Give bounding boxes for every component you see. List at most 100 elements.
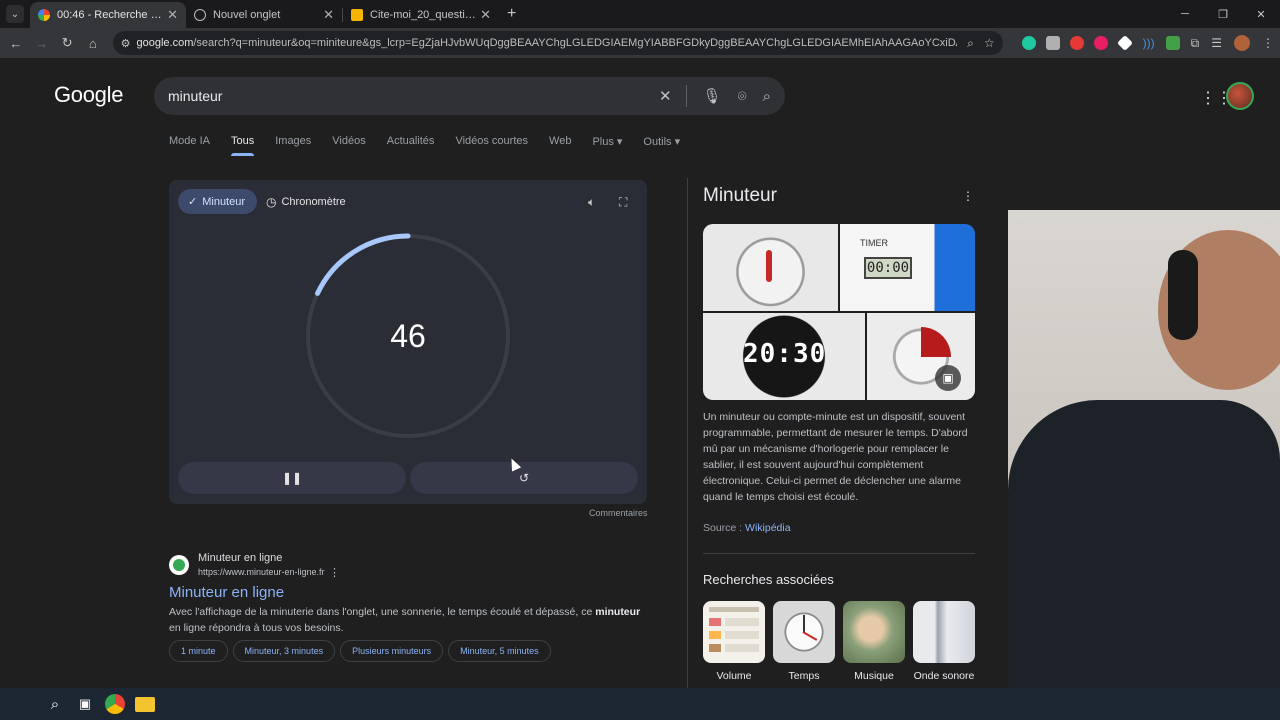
- tab-mode-ia[interactable]: Mode IA: [169, 135, 210, 156]
- clock-thumbnail: [773, 601, 835, 663]
- tab-nouvel-onglet[interactable]: Nouvel onglet ✕: [186, 2, 342, 28]
- stopwatch-mode-label: Chronomètre: [281, 195, 346, 208]
- globe-icon: [194, 9, 206, 21]
- close-tab-icon[interactable]: ✕: [480, 7, 491, 23]
- pause-button[interactable]: ❚❚: [178, 462, 406, 494]
- knowledge-panel-title: Minuteur: [703, 185, 777, 206]
- tab-actualites[interactable]: Actualités: [387, 135, 435, 156]
- sitelink-pill[interactable]: Minuteur, 5 minutes: [448, 640, 551, 662]
- tab-tous[interactable]: Tous: [230, 135, 255, 156]
- fullscreen-icon[interactable]: ⛶: [619, 195, 627, 210]
- result-site-name[interactable]: Minuteur en ligne: [198, 552, 282, 564]
- result-sitelinks: 1 minute Minuteur, 3 minutes Plusieurs m…: [169, 640, 556, 662]
- chrome-taskbar-icon[interactable]: [105, 694, 125, 714]
- tab-videos[interactable]: Vidéos: [332, 135, 365, 156]
- back-icon[interactable]: ←: [4, 31, 28, 55]
- tab-web[interactable]: Web: [549, 135, 571, 156]
- menu-kebab-icon[interactable]: ⋮: [1262, 36, 1274, 50]
- webcam-overlay: [1008, 210, 1280, 690]
- bookmark-star-icon[interactable]: ☆: [984, 36, 995, 50]
- sitelink-pill[interactable]: Minuteur, 3 minutes: [232, 640, 336, 662]
- file-explorer-icon[interactable]: [135, 696, 155, 712]
- wikipedia-link[interactable]: Wikipédia: [745, 522, 791, 534]
- extension-diamond-icon[interactable]: [1116, 35, 1133, 51]
- search-box[interactable]: minuteur ✕ 🎙︎ ⌾ ⌕: [154, 77, 785, 115]
- kitchen-timer-image[interactable]: [703, 224, 838, 311]
- mechanical-timer-image[interactable]: ▣: [867, 313, 975, 400]
- sitelink-pill[interactable]: Plusieurs minuteurs: [340, 640, 444, 662]
- profile-avatar-icon[interactable]: [1233, 35, 1250, 51]
- slides-icon: [351, 9, 363, 21]
- new-tab-icon[interactable]: +: [507, 5, 516, 23]
- related-label: Musique: [854, 670, 894, 682]
- site-info-icon[interactable]: ⚙: [121, 37, 131, 50]
- extensions-puzzle-icon[interactable]: ⧉: [1191, 36, 1200, 51]
- extensions-area: ))) ⧉ ☰ ⋮: [1017, 35, 1280, 51]
- digital-timer-display: 00:00: [864, 257, 912, 279]
- extension-camera-icon[interactable]: [1045, 36, 1060, 50]
- home-icon[interactable]: ⌂: [81, 31, 105, 55]
- related-temps[interactable]: Temps: [773, 601, 835, 682]
- knowledge-panel-divider: [687, 178, 688, 688]
- extension-android-icon[interactable]: [1165, 36, 1180, 50]
- person-shirt: [1008, 400, 1280, 690]
- expand-image-icon[interactable]: ▣: [935, 365, 961, 391]
- related-searches-title: Recherches associées: [703, 572, 834, 587]
- tab-strip: ⌄ 00:46 - Recherche Google ✕ Nouvel ongl…: [0, 0, 1280, 28]
- related-musique[interactable]: Musique: [843, 601, 905, 682]
- tab-recherche-google[interactable]: 00:46 - Recherche Google ✕: [30, 2, 186, 28]
- extension-green-icon[interactable]: [1021, 36, 1036, 50]
- lens-icon[interactable]: ⌾: [738, 88, 747, 105]
- timer-remaining-value[interactable]: 46: [300, 228, 516, 444]
- related-onde-sonore[interactable]: Onde sonore: [913, 601, 975, 682]
- microphone-icon[interactable]: 🎙︎: [703, 87, 722, 105]
- sound-icon[interactable]: 🔈︎: [588, 195, 595, 210]
- related-volume[interactable]: Volume: [703, 601, 765, 682]
- google-logo[interactable]: Google: [54, 82, 123, 108]
- browser-toolbar: ← → ↻ ⌂ ⚙ google.com/search?q=minuteur&o…: [0, 28, 1280, 58]
- zoom-icon[interactable]: ⌕: [967, 36, 974, 51]
- tab-outils[interactable]: Outils ▾: [643, 135, 680, 156]
- knowledge-panel-more-icon[interactable]: ⋮: [962, 189, 974, 203]
- feedback-link[interactable]: Commentaires: [589, 508, 648, 518]
- reading-list-icon[interactable]: ☰: [1211, 36, 1222, 50]
- stopwatch-mode-chip[interactable]: ◷ Chronomètre: [266, 189, 346, 214]
- forward-icon[interactable]: →: [30, 31, 54, 55]
- sitelink-pill[interactable]: 1 minute: [169, 640, 228, 662]
- tab-search-button[interactable]: ⌄: [6, 5, 24, 23]
- tab-images[interactable]: Images: [275, 135, 311, 156]
- close-window-icon[interactable]: ✕: [1242, 0, 1280, 28]
- extension-pink-icon[interactable]: [1093, 36, 1108, 50]
- search-icon[interactable]: ⌕: [763, 88, 771, 105]
- minimize-icon[interactable]: ─: [1166, 0, 1204, 28]
- related-label: Onde sonore: [913, 670, 975, 682]
- digital-timer-label: TIMER: [860, 238, 888, 248]
- led-timer-image[interactable]: 20:30: [703, 313, 865, 400]
- close-tab-icon[interactable]: ✕: [323, 7, 334, 23]
- reset-icon: ↺: [518, 471, 530, 485]
- volume-thumbnail: [703, 601, 765, 663]
- result-more-icon[interactable]: ⋮: [329, 566, 340, 579]
- maximize-icon[interactable]: ❐: [1204, 0, 1242, 28]
- timer-mode-chip[interactable]: ✓ Minuteur: [178, 189, 258, 214]
- result-title-link[interactable]: Minuteur en ligne: [169, 584, 284, 601]
- extension-waves-icon[interactable]: ))): [1143, 36, 1155, 50]
- tab-plus[interactable]: Plus ▾: [592, 135, 622, 156]
- reset-button[interactable]: ↺: [410, 462, 638, 494]
- digital-timer-image[interactable]: TIMER 00:00: [840, 224, 975, 311]
- task-view-icon[interactable]: ▣: [75, 694, 95, 714]
- tab-cite-moi[interactable]: Cite-moi_20_questions_design_ ✕: [343, 2, 499, 28]
- clear-icon[interactable]: ✕: [659, 87, 672, 105]
- search-input[interactable]: minuteur: [168, 88, 643, 104]
- search-nav-tabs: Mode IA Tous Images Vidéos Actualités Vi…: [169, 135, 701, 156]
- result-favicon-icon: [169, 555, 189, 575]
- close-tab-icon[interactable]: ✕: [167, 7, 178, 23]
- extension-red-icon[interactable]: [1069, 36, 1084, 50]
- windows-start-icon[interactable]: [17, 695, 35, 713]
- address-bar[interactable]: ⚙ google.com/search?q=minuteur&oq=minite…: [112, 31, 1003, 55]
- tab-videos-courtes[interactable]: Vidéos courtes: [455, 135, 528, 156]
- taskbar-search-icon[interactable]: ⌕: [45, 694, 65, 714]
- reload-icon[interactable]: ↻: [55, 31, 79, 55]
- result-url[interactable]: https://www.minuteur-en-ligne.fr: [198, 567, 325, 577]
- account-avatar[interactable]: [1226, 82, 1254, 110]
